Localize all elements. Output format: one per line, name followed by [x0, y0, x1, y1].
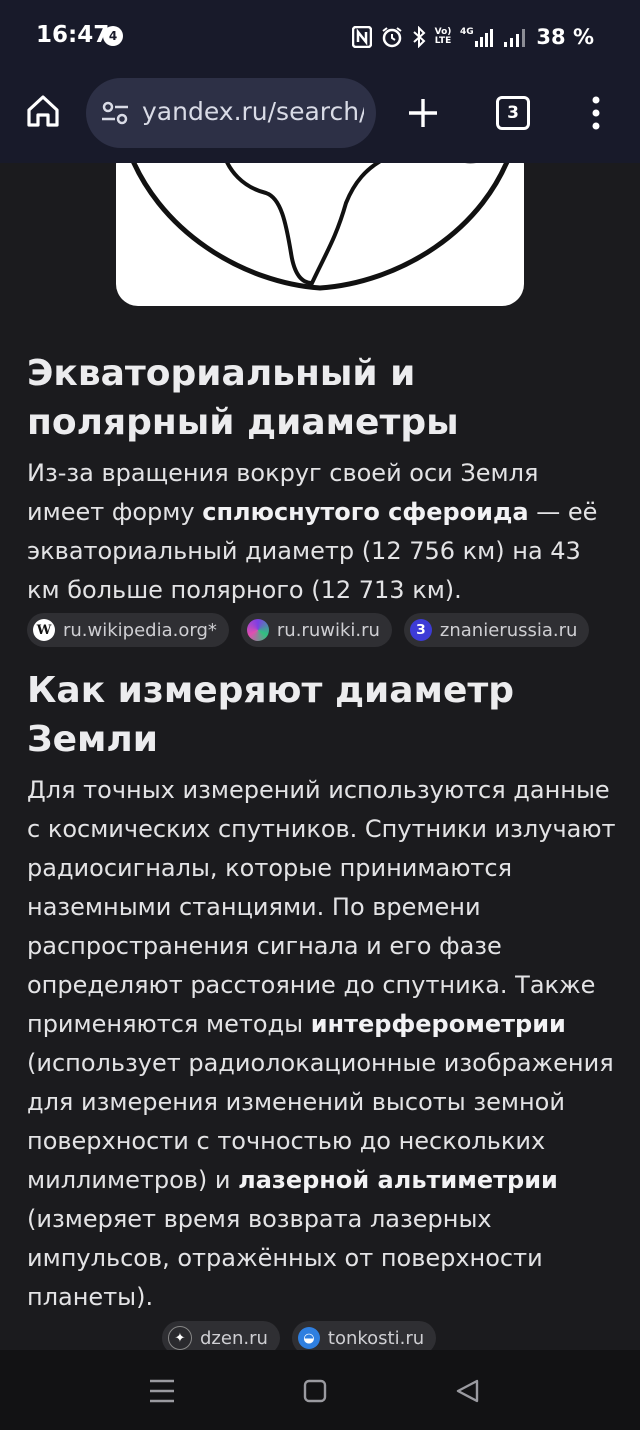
back-triangle-icon — [456, 1379, 479, 1403]
bold-term-laser-altimetry: лазерной альтиметрии — [238, 1166, 558, 1194]
back-nav-button[interactable] — [454, 1378, 482, 1404]
bold-term-interferometry: интерферометрии — [310, 1010, 566, 1038]
dzen-icon: ✦ — [168, 1326, 192, 1350]
omnibox-row: yandex.ru/search/ 3 — [0, 78, 640, 150]
source-chip[interactable]: ✦ dzen.ru — [162, 1321, 280, 1350]
alarm-icon — [381, 26, 403, 48]
section-text-diameters: Из-за вращения вокруг своей оси Земля им… — [27, 459, 598, 604]
bold-term-spheroid: сплюснутого сфероида — [202, 498, 529, 526]
address-bar[interactable]: yandex.ru/search/ — [86, 78, 376, 148]
battery-percentage: 38 % — [536, 25, 594, 49]
source-chip[interactable]: З znanierussia.ru — [403, 613, 590, 647]
browser-menu-button[interactable] — [584, 94, 608, 132]
new-tab-button[interactable] — [404, 94, 442, 132]
znanie-icon: З — [409, 619, 432, 641]
ruwiki-icon — [246, 619, 269, 641]
recent-apps-button[interactable] — [148, 1378, 176, 1404]
status-time: 16:47 — [36, 22, 110, 48]
wikipedia-icon: W — [33, 619, 55, 641]
earth-drawing-image — [131, 163, 510, 291]
site-settings-icon[interactable] — [100, 100, 130, 126]
more-vertical-icon — [592, 96, 600, 130]
source-chip[interactable]: W ru.wikipedia.org* — [27, 613, 229, 647]
earth-illustration[interactable] — [116, 163, 524, 306]
nfc-icon — [351, 26, 372, 48]
status-icons: Vo) LTE 4G 38 % — [351, 24, 594, 50]
source-chip[interactable]: ru.ruwiki.ru — [240, 613, 392, 647]
status-bar: 16:47 4 Vo) LTE 4G 38 % — [0, 0, 640, 72]
bluetooth-icon — [412, 26, 426, 48]
section-heading-measurement: Как измеряют диаметр Земли — [27, 670, 515, 760]
page-content: Экваториальный и полярный диаметры Из-за… — [0, 163, 640, 1350]
home-icon — [27, 95, 59, 127]
system-navigation-bar — [0, 1350, 640, 1430]
signal-bars-icon — [503, 26, 527, 48]
home-button[interactable] — [24, 92, 62, 130]
menu-lines-icon — [150, 1379, 174, 1403]
volte-indicator: Vo) LTE — [434, 27, 452, 46]
source-chip[interactable]: ◒ tonkosti.ru — [291, 1321, 437, 1350]
section-heading-diameters: Экваториальный и полярный диаметры — [27, 353, 459, 443]
notification-count-badge: 4 — [103, 26, 123, 46]
browser-top-bar: 16:47 4 Vo) LTE 4G 38 % yandex.ru/search… — [0, 0, 640, 163]
tab-switcher-button[interactable]: 3 — [496, 96, 530, 130]
square-icon — [303, 1379, 327, 1403]
sources-row-1: W ru.wikipedia.org* ru.ruwiki.ru З znani… — [27, 613, 590, 647]
tonkosti-icon: ◒ — [297, 1327, 320, 1349]
home-nav-button[interactable] — [302, 1378, 330, 1404]
signal-4g-icon: 4G — [460, 25, 494, 49]
sources-row-2: ✦ dzen.ru ◒ tonkosti.ru — [162, 1321, 437, 1350]
svg-text:4G: 4G — [460, 27, 474, 37]
section-text-measurement: Для точных измерений используются данные… — [27, 776, 616, 1311]
plus-icon — [409, 99, 437, 127]
url-text[interactable]: yandex.ru/search/ — [142, 97, 364, 126]
